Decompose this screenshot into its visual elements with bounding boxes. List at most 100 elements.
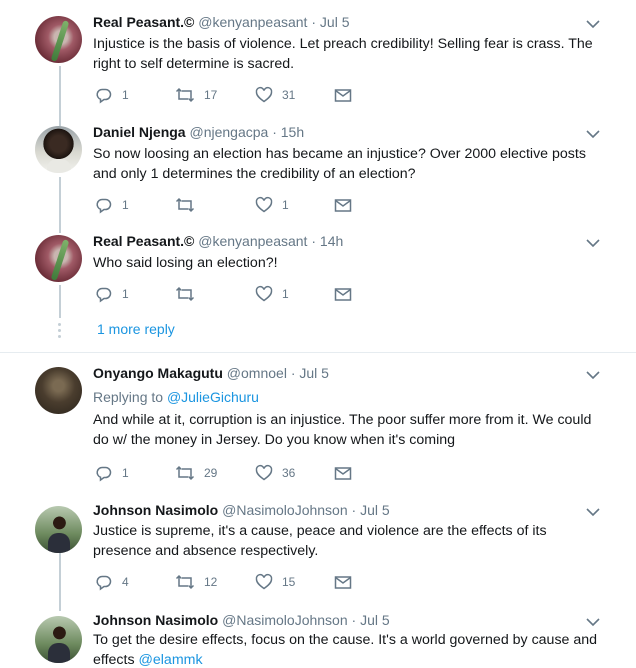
reply-icon bbox=[96, 287, 112, 303]
like-button[interactable]: 1 bbox=[255, 195, 289, 215]
display-name[interactable]: Real Peasant.© bbox=[93, 233, 194, 249]
timestamp[interactable]: 15h bbox=[281, 124, 304, 140]
retweet-icon bbox=[175, 286, 195, 302]
avatar[interactable] bbox=[35, 616, 82, 663]
timestamp[interactable]: Jul 5 bbox=[360, 502, 390, 518]
username[interactable]: @omnoel bbox=[227, 365, 287, 381]
direct-message-button[interactable] bbox=[334, 195, 352, 215]
display-name[interactable]: Johnson Nasimolo bbox=[93, 502, 218, 518]
tweet-text: Injustice is the basis of violence. Let … bbox=[93, 36, 593, 72]
separator-dot: · bbox=[351, 502, 357, 518]
tweet-text: Justice is supreme, it's a cause, peace … bbox=[93, 523, 547, 559]
envelope-icon bbox=[334, 467, 352, 480]
avatar[interactable] bbox=[35, 506, 82, 553]
heart-icon bbox=[255, 86, 273, 103]
reply-count: 1 bbox=[122, 198, 129, 212]
mention-link[interactable]: @JulieGichuru bbox=[167, 389, 259, 405]
replying-to: Replying to @JulieGichuru bbox=[93, 389, 259, 405]
retweet-button[interactable]: 17 bbox=[175, 85, 217, 105]
reply-button[interactable]: 1 bbox=[95, 284, 129, 304]
separator-dot: · bbox=[311, 14, 317, 30]
heart-icon bbox=[255, 285, 273, 302]
avatar[interactable] bbox=[35, 126, 82, 173]
reply-icon bbox=[96, 198, 112, 214]
envelope-icon bbox=[334, 576, 352, 589]
like-count: 36 bbox=[282, 466, 296, 480]
retweet-count: 29 bbox=[204, 466, 218, 480]
username[interactable]: @njengacpa bbox=[189, 124, 268, 140]
retweet-count: 12 bbox=[204, 575, 218, 589]
like-button[interactable]: 31 bbox=[255, 85, 295, 105]
thread-line bbox=[59, 66, 61, 126]
like-count: 1 bbox=[282, 198, 289, 212]
reply-button[interactable]: 4 bbox=[95, 572, 129, 592]
tweet-text: So now loosing an election has became an… bbox=[93, 146, 586, 182]
reply-icon bbox=[96, 88, 112, 104]
envelope-icon bbox=[334, 288, 352, 301]
tweet-text: To get the desire effects, focus on the … bbox=[93, 630, 608, 668]
thread-dots bbox=[58, 323, 62, 341]
tweet-header: Johnson Nasimolo @NasimoloJohnson · Jul … bbox=[93, 612, 390, 628]
reply-icon bbox=[96, 575, 112, 591]
reply-count: 1 bbox=[122, 466, 129, 480]
display-name[interactable]: Daniel Njenga bbox=[93, 124, 186, 140]
reply-count: 1 bbox=[122, 287, 129, 301]
direct-message-button[interactable] bbox=[334, 463, 352, 483]
chevron-down-icon[interactable] bbox=[586, 507, 600, 517]
direct-message-button[interactable] bbox=[334, 284, 352, 304]
username[interactable]: @NasimoloJohnson bbox=[222, 612, 348, 628]
mention-link[interactable]: @elammk bbox=[138, 652, 202, 668]
like-button[interactable]: 36 bbox=[255, 463, 295, 483]
retweet-button[interactable] bbox=[175, 284, 204, 304]
tweet-header: Daniel Njenga @njengacpa · 15h bbox=[93, 124, 304, 140]
username[interactable]: @kenyanpeasant bbox=[198, 233, 307, 249]
envelope-icon bbox=[334, 89, 352, 102]
tweet-header: Real Peasant.© @kenyanpeasant · 14h bbox=[93, 233, 343, 249]
chevron-down-icon[interactable] bbox=[586, 19, 600, 29]
chevron-down-icon[interactable] bbox=[586, 617, 600, 627]
separator-dot: · bbox=[351, 612, 357, 628]
chevron-down-icon[interactable] bbox=[586, 238, 600, 248]
reply-button[interactable]: 1 bbox=[95, 195, 129, 215]
separator-dot: · bbox=[272, 124, 277, 140]
retweet-button[interactable] bbox=[175, 195, 204, 215]
direct-message-button[interactable] bbox=[334, 85, 352, 105]
tweet-header: Onyango Makagutu @omnoel · Jul 5 bbox=[93, 365, 329, 381]
username[interactable]: @NasimoloJohnson bbox=[222, 502, 348, 518]
like-button[interactable]: 15 bbox=[255, 572, 295, 592]
timestamp[interactable]: 14h bbox=[320, 233, 343, 249]
chevron-down-icon[interactable] bbox=[586, 370, 600, 380]
retweet-icon bbox=[175, 465, 195, 481]
timestamp[interactable]: Jul 5 bbox=[360, 612, 390, 628]
thread-line bbox=[59, 177, 61, 233]
like-count: 15 bbox=[282, 575, 296, 589]
tweet-text: Who said losing an election?! bbox=[93, 255, 278, 271]
like-button[interactable]: 1 bbox=[255, 284, 289, 304]
tweet-header: Johnson Nasimolo @NasimoloJohnson · Jul … bbox=[93, 502, 390, 518]
heart-icon bbox=[255, 464, 273, 481]
reply-button[interactable]: 1 bbox=[95, 85, 129, 105]
show-more-replies-link[interactable]: 1 more reply bbox=[97, 321, 175, 337]
retweet-icon bbox=[175, 197, 195, 213]
reply-button[interactable]: 1 bbox=[95, 463, 129, 483]
display-name[interactable]: Real Peasant.© bbox=[93, 14, 194, 30]
username[interactable]: @kenyanpeasant bbox=[198, 14, 307, 30]
display-name[interactable]: Johnson Nasimolo bbox=[93, 612, 218, 628]
timestamp[interactable]: Jul 5 bbox=[320, 14, 350, 30]
chevron-down-icon[interactable] bbox=[586, 129, 600, 139]
avatar[interactable] bbox=[35, 235, 82, 282]
divider bbox=[0, 352, 636, 353]
retweet-icon bbox=[175, 87, 195, 103]
direct-message-button[interactable] bbox=[334, 572, 352, 592]
thread-line bbox=[59, 553, 61, 611]
retweet-button[interactable]: 29 bbox=[175, 463, 217, 483]
like-count: 1 bbox=[282, 287, 289, 301]
like-count: 31 bbox=[282, 88, 296, 102]
avatar[interactable] bbox=[35, 367, 82, 414]
avatar[interactable] bbox=[35, 16, 82, 63]
tweet-header: Real Peasant.© @kenyanpeasant · Jul 5 bbox=[93, 14, 349, 30]
retweet-count: 17 bbox=[204, 88, 218, 102]
retweet-button[interactable]: 12 bbox=[175, 572, 217, 592]
timestamp[interactable]: Jul 5 bbox=[299, 365, 329, 381]
display-name[interactable]: Onyango Makagutu bbox=[93, 365, 223, 381]
